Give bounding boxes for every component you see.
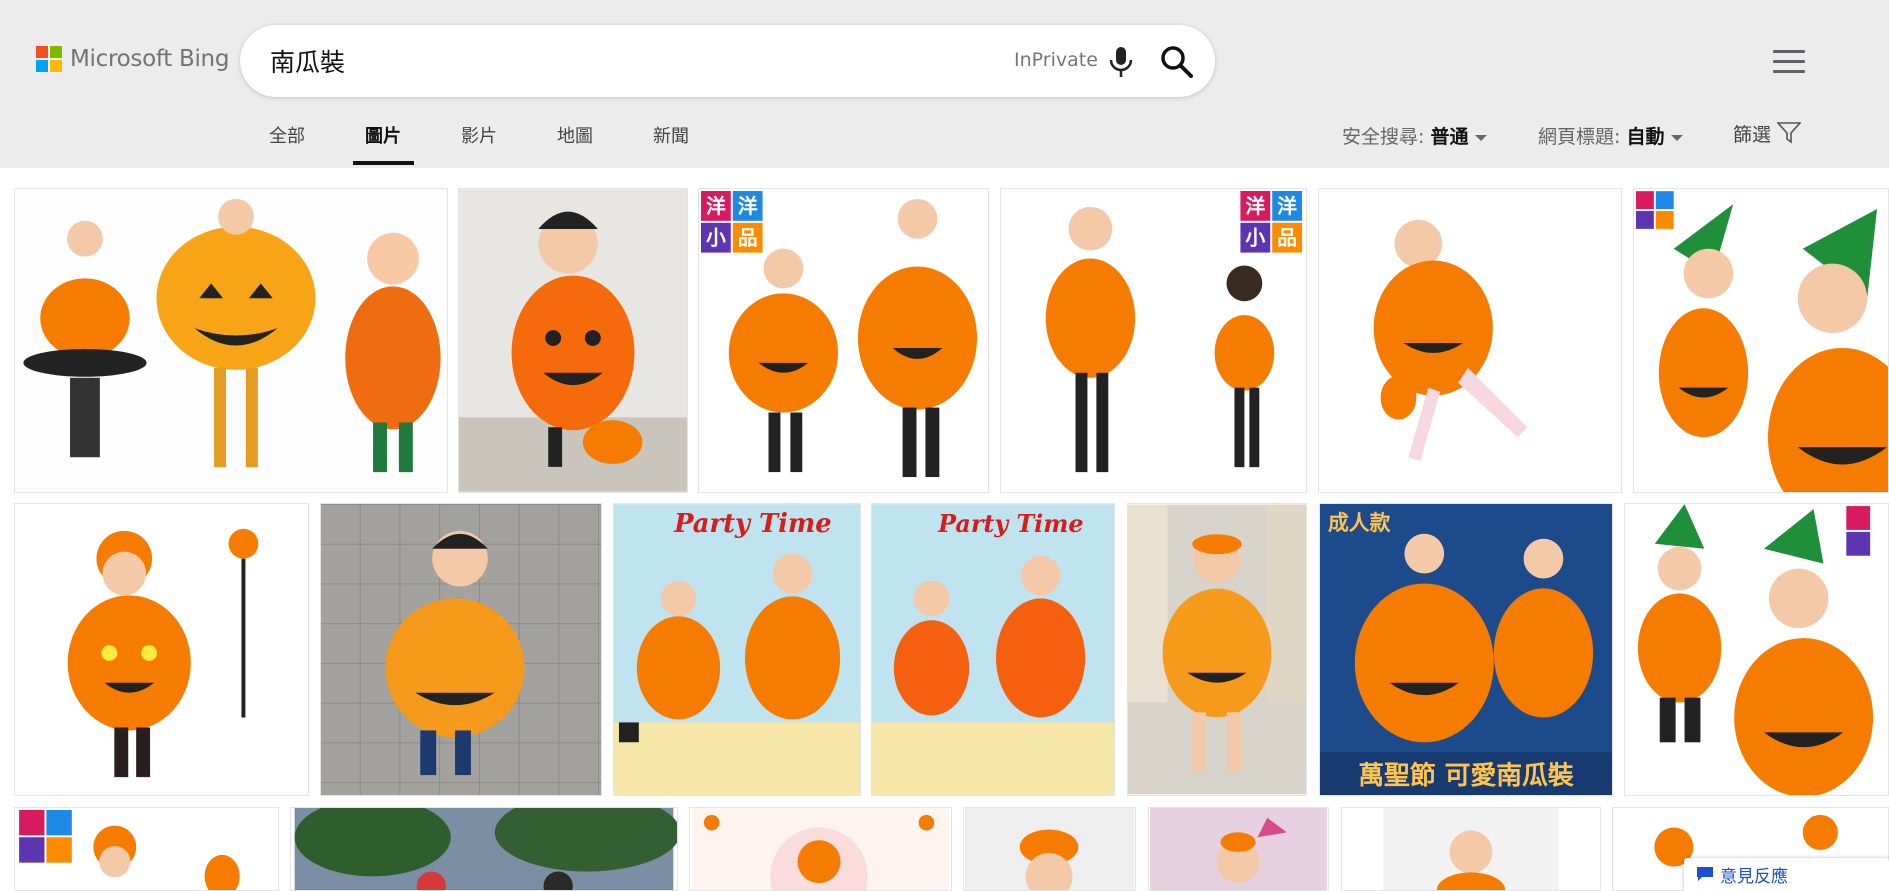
- image-result[interactable]: [1318, 188, 1622, 493]
- active-tab-indicator: [353, 161, 414, 165]
- brand-badge-char: 小: [706, 227, 726, 250]
- brand-badge-char: 品: [738, 227, 758, 250]
- search-box: InPrivate: [240, 25, 1215, 97]
- halloween-caption: 萬聖節 可愛南瓜裝: [1358, 760, 1574, 791]
- party-time-text: Party Time: [673, 509, 832, 539]
- brand-badge-char: 洋: [706, 195, 726, 218]
- tab-news[interactable]: 新聞: [653, 122, 689, 148]
- feedback-label: 意見反應: [1720, 867, 1788, 887]
- bing-logo[interactable]: Microsoft Bing: [36, 46, 229, 72]
- image-result[interactable]: [1633, 188, 1889, 493]
- tab-videos[interactable]: 影片: [461, 122, 497, 148]
- brand-badge-char: 品: [1277, 227, 1297, 250]
- safe-search-label: 安全搜尋:: [1342, 126, 1425, 148]
- safe-search-filter[interactable]: 安全搜尋: 普通: [1342, 122, 1488, 149]
- tab-maps[interactable]: 地圖: [557, 122, 593, 148]
- image-result[interactable]: 洋 洋 小 品: [698, 188, 989, 493]
- microsoft-logo-icon: [36, 46, 62, 72]
- page-title-filter[interactable]: 網頁標題: 自動: [1538, 122, 1684, 149]
- image-result[interactable]: [1148, 807, 1329, 891]
- image-result[interactable]: [689, 807, 952, 891]
- chevron-down-icon: [1475, 134, 1488, 141]
- microphone-icon[interactable]: [1106, 45, 1136, 79]
- page-title-label: 網頁標題:: [1538, 126, 1621, 148]
- image-result[interactable]: 洋 洋 小 品: [1000, 188, 1307, 493]
- image-result[interactable]: [1341, 807, 1601, 891]
- menu-icon[interactable]: [1773, 50, 1805, 74]
- image-result[interactable]: [963, 807, 1136, 891]
- brand-badge-char: 小: [1245, 227, 1265, 250]
- image-result[interactable]: [290, 807, 678, 891]
- image-result[interactable]: 成人款 萬聖節 可愛南瓜裝: [1319, 503, 1613, 796]
- image-result[interactable]: [14, 188, 448, 493]
- brand-badge-char: 洋: [1277, 195, 1297, 218]
- image-result[interactable]: [1624, 503, 1889, 796]
- chat-bubble-icon: [1697, 867, 1713, 881]
- filter-label: 篩選: [1733, 124, 1772, 146]
- chevron-down-icon: [1671, 134, 1684, 141]
- adult-label: 成人款: [1328, 511, 1391, 535]
- brand-badge-char: 洋: [738, 195, 758, 218]
- safe-search-value: 普通: [1430, 126, 1469, 148]
- image-result[interactable]: [14, 503, 309, 796]
- image-result[interactable]: [458, 188, 688, 493]
- logo-text: Microsoft Bing: [70, 46, 230, 72]
- filter-funnel-icon: [1776, 122, 1802, 144]
- search-icon[interactable]: [1158, 43, 1196, 81]
- tab-images[interactable]: 圖片: [365, 122, 401, 148]
- image-result[interactable]: Party Time: [613, 503, 861, 796]
- party-time-text: Party Time: [937, 510, 1083, 538]
- filter-button[interactable]: 篩選: [1733, 120, 1802, 147]
- search-input[interactable]: [270, 25, 870, 97]
- page-title-value: 自動: [1626, 126, 1665, 148]
- tab-all[interactable]: 全部: [269, 122, 305, 148]
- inprivate-label: InPrivate: [1014, 49, 1098, 71]
- image-result[interactable]: [1127, 503, 1307, 796]
- image-result[interactable]: [14, 807, 279, 891]
- image-result[interactable]: [320, 503, 602, 796]
- brand-badge-char: 洋: [1245, 195, 1265, 218]
- image-result[interactable]: Party Time: [871, 503, 1115, 796]
- feedback-button[interactable]: 意見反應: [1684, 858, 1889, 891]
